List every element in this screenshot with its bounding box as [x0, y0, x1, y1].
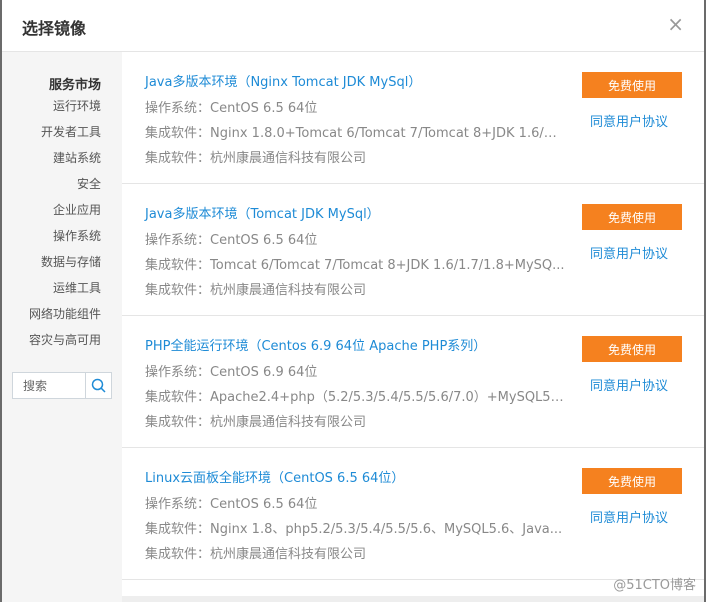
software-label: 集成软件： [145, 522, 211, 537]
sidebar-title: 服务市场 [48, 78, 101, 93]
vendor-line: 集成软件：杭州康晨通信科技有限公司 [145, 543, 565, 562]
vendor-label: 集成软件： [145, 415, 211, 430]
search-button[interactable] [85, 373, 111, 398]
software-value: Apache2.4+php（5.2/5.3/5.4/5.5/5.6/7.0）+M… [210, 390, 565, 405]
vendor-label: 集成软件： [145, 151, 211, 166]
image-card: Linux云面板全能环境（CentOS 6.5 64位） 操作系统：CentOS… [122, 448, 704, 580]
sidebar-item-network[interactable]: 网络功能组件 [29, 305, 101, 322]
agree-terms-link[interactable]: 同意用户协议 [590, 375, 668, 394]
os-value: CentOS 6.5 64位 [210, 497, 318, 512]
os-label: 操作系统： [145, 497, 211, 512]
agree-terms-link[interactable]: 同意用户协议 [590, 243, 668, 262]
vendor-line: 集成软件：杭州康晨通信科技有限公司 [145, 147, 565, 166]
vendor-line: 集成软件：杭州康晨通信科技有限公司 [145, 279, 565, 298]
sidebar-item-security[interactable]: 安全 [77, 175, 101, 192]
os-line: 操作系统：CentOS 6.9 64位 [145, 361, 565, 380]
search-box [12, 372, 112, 399]
image-card: Java多版本环境（Nginx Tomcat JDK MySql） 操作系统：C… [122, 52, 704, 184]
image-title[interactable]: Linux云面板全能环境（CentOS 6.5 64位） [145, 467, 404, 486]
software-line: 集成软件：Nginx 1.8、php5.2/5.3/5.4/5.5/5.6、My… [145, 518, 565, 537]
agree-terms-link[interactable]: 同意用户协议 [590, 111, 668, 130]
vendor-value: 杭州康晨通信科技有限公司 [210, 283, 367, 298]
free-use-button[interactable]: 免费使用 [582, 204, 682, 230]
os-line: 操作系统：CentOS 6.5 64位 [145, 97, 565, 116]
close-icon[interactable]: × [667, 12, 684, 36]
image-card: Java多版本环境（Tomcat JDK MySql） 操作系统：CentOS … [122, 184, 704, 316]
os-label: 操作系统： [145, 101, 211, 116]
vendor-label: 集成软件： [145, 283, 211, 298]
vendor-value: 杭州康晨通信科技有限公司 [210, 547, 367, 562]
category-sidebar: 服务市场 运行环境 开发者工具 建站系统 安全 企业应用 操作系统 数据与存储 … [2, 52, 122, 602]
software-value: Tomcat 6/Tomcat 7/Tomcat 8+JDK 1.6/1.7/1… [210, 258, 565, 273]
software-value: Nginx 1.8.0+Tomcat 6/Tomcat 7/Tomcat 8+J… [210, 126, 565, 141]
os-label: 操作系统： [145, 233, 211, 248]
os-value: CentOS 6.5 64位 [210, 233, 318, 248]
dialog-title: 选择镜像 [22, 19, 87, 38]
free-use-button[interactable]: 免费使用 [582, 336, 682, 362]
agree-terms-link[interactable]: 同意用户协议 [590, 507, 668, 526]
list-bottom-edge [122, 596, 704, 602]
image-title[interactable]: Java多版本环境（Tomcat JDK MySql） [145, 203, 380, 222]
os-value: CentOS 6.9 64位 [210, 365, 318, 380]
software-value: Nginx 1.8、php5.2/5.3/5.4/5.5/5.6、MySQL5.… [210, 522, 563, 537]
free-use-button[interactable]: 免费使用 [582, 72, 682, 98]
software-line: 集成软件：Apache2.4+php（5.2/5.3/5.4/5.5/5.6/7… [145, 386, 565, 405]
image-title[interactable]: PHP全能运行环境（Centos 6.9 64位 Apache PHP系列） [145, 335, 486, 354]
software-line: 集成软件：Tomcat 6/Tomcat 7/Tomcat 8+JDK 1.6/… [145, 254, 565, 273]
vendor-label: 集成软件： [145, 547, 211, 562]
select-image-dialog: 选择镜像 × 服务市场 运行环境 开发者工具 建站系统 安全 企业应用 操作系统… [2, 0, 704, 602]
software-label: 集成软件： [145, 390, 211, 405]
os-label: 操作系统： [145, 365, 211, 380]
image-card: PHP全能运行环境（Centos 6.9 64位 Apache PHP系列） 操… [122, 316, 704, 448]
sidebar-item-ops-tools[interactable]: 运维工具 [53, 279, 101, 296]
search-input[interactable] [13, 373, 85, 398]
watermark: @51CTO博客 [613, 578, 696, 593]
sidebar-item-enterprise[interactable]: 企业应用 [53, 201, 101, 218]
vendor-line: 集成软件：杭州康晨通信科技有限公司 [145, 411, 565, 430]
sidebar-item-disaster-recovery[interactable]: 容灾与高可用 [29, 331, 101, 348]
vendor-value: 杭州康晨通信科技有限公司 [210, 415, 367, 430]
sidebar-item-os[interactable]: 操作系统 [53, 227, 101, 244]
software-label: 集成软件： [145, 126, 211, 141]
image-title[interactable]: Java多版本环境（Nginx Tomcat JDK MySql） [145, 71, 421, 90]
image-list: Java多版本环境（Nginx Tomcat JDK MySql） 操作系统：C… [122, 52, 704, 602]
search-icon [91, 378, 106, 393]
sidebar-item-dev-tools[interactable]: 开发者工具 [41, 123, 101, 140]
free-use-button[interactable]: 免费使用 [582, 468, 682, 494]
sidebar-item-site-builder[interactable]: 建站系统 [53, 149, 101, 166]
software-line: 集成软件：Nginx 1.8.0+Tomcat 6/Tomcat 7/Tomca… [145, 122, 565, 141]
vendor-value: 杭州康晨通信科技有限公司 [210, 151, 367, 166]
os-line: 操作系统：CentOS 6.5 64位 [145, 493, 565, 512]
os-value: CentOS 6.5 64位 [210, 101, 318, 116]
os-line: 操作系统：CentOS 6.5 64位 [145, 229, 565, 248]
sidebar-item-runtime[interactable]: 运行环境 [53, 97, 101, 114]
dialog-header: 选择镜像 × [2, 0, 704, 52]
software-label: 集成软件： [145, 258, 211, 273]
sidebar-item-data-storage[interactable]: 数据与存储 [41, 253, 101, 270]
